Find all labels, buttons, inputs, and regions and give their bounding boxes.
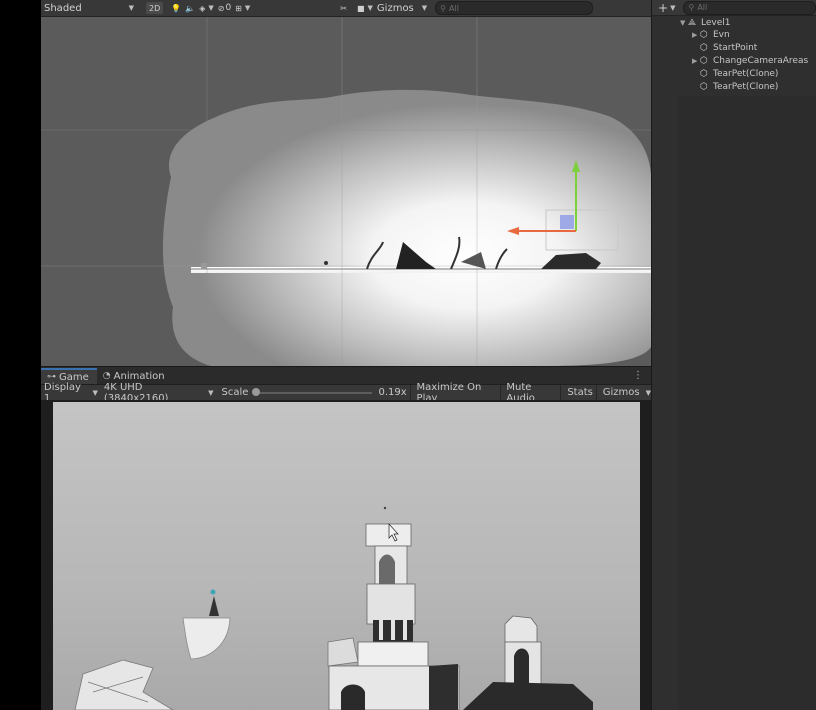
chevron-down-icon: ▼ <box>208 388 214 397</box>
plus-icon: + <box>658 0 669 15</box>
create-object-button[interactable]: + ▼ <box>658 1 675 15</box>
effects-toggle-button[interactable]: ◈ <box>199 2 205 14</box>
game-gizmos-label: Gizmos <box>602 387 640 398</box>
draw-mode-label: Shaded <box>44 2 82 14</box>
expand-arrow-icon[interactable]: ▼ <box>680 19 688 27</box>
search-icon: ⚲ <box>440 3 447 13</box>
hierarchy-item-level1[interactable]: ▼ ⟁ Level1 <box>680 17 730 29</box>
hierarchy-search-input[interactable]: ⚲ All <box>683 0 816 15</box>
gizmos-dropdown[interactable]: Gizmos ▼ <box>377 2 427 14</box>
hierarchy-search-placeholder: All <box>697 3 708 12</box>
hierarchy-item-label: TearPet(Clone) <box>713 82 779 92</box>
hierarchy-toolbar: + ▼ ⚲ All <box>652 0 816 16</box>
hierarchy-item-label: TearPet(Clone) <box>713 69 779 79</box>
game-canvas <box>53 402 640 710</box>
layers-icon: ◈ <box>199 3 206 13</box>
hierarchy-item-tearpet-clone-2[interactable]: ⬡ TearPet(Clone) <box>692 81 778 93</box>
scale-slider[interactable] <box>252 387 373 396</box>
gameobject-cube-icon: ⬡ <box>700 43 708 53</box>
gamepad-icon: ⊶ <box>47 372 56 382</box>
toolbar-separator <box>560 385 562 400</box>
scene-search-input[interactable]: ⚲ All <box>435 1 594 15</box>
hidden-count: 0 <box>225 3 232 13</box>
unity-scene-icon: ⟁ <box>688 18 697 28</box>
search-icon: ⚲ <box>688 3 695 12</box>
hierarchy-item-tearpet-clone-1[interactable]: ⬡ TearPet(Clone) <box>692 68 778 80</box>
gameobject-cube-icon: ⬡ <box>700 30 708 40</box>
game-view[interactable] <box>53 402 640 710</box>
bell-tower-top <box>365 523 412 547</box>
toggle-2d-button[interactable]: 2D <box>146 2 164 14</box>
fog-volume <box>163 89 651 366</box>
grid-snapping-button[interactable]: ⊞ <box>235 2 242 14</box>
mode-2d-label: 2D <box>149 3 161 13</box>
collapse-arrow-icon[interactable]: ▶ <box>692 57 700 65</box>
tools-icon: ✂ <box>340 3 347 13</box>
hierarchy-item-label: ChangeCameraAreas <box>713 56 809 66</box>
speaker-icon: 🔈 <box>185 3 196 13</box>
chevron-down-icon: ▼ <box>421 4 428 12</box>
lighting-toggle-button[interactable]: 💡 <box>171 2 181 14</box>
stats-toggle[interactable]: Stats <box>567 387 593 398</box>
draw-mode-dropdown[interactable]: Shaded ▼ <box>41 3 136 14</box>
game-toolbar: Display 1 ▼ 4K UHD (3840x2160) ▼ Scale 0… <box>41 382 651 404</box>
scale-control[interactable]: Scale 0.19x <box>222 387 407 398</box>
hierarchy-item-changecameraareas[interactable]: ▶ ⬡ ChangeCameraAreas <box>692 55 808 67</box>
hierarchy-empty-area <box>678 96 816 710</box>
game-gizmos-dropdown[interactable]: Gizmos ▼ <box>603 387 651 398</box>
hierarchy-item-startpoint[interactable]: ⬡ StartPoint <box>692 42 757 54</box>
hierarchy-item-label: Evn <box>713 30 730 40</box>
scale-value: 0.19x <box>378 387 407 398</box>
animation-clock-icon: ◔ <box>102 371 111 381</box>
camera-button[interactable]: ■ <box>357 2 365 14</box>
audio-toggle-button[interactable]: 🔈 <box>185 2 195 14</box>
hierarchy-item-evn[interactable]: ▶ ⬡ Evn <box>692 29 730 41</box>
tab-animation-label: Animation <box>113 370 165 382</box>
scale-label: Scale <box>221 387 249 398</box>
camera-icon: ■ <box>356 3 365 13</box>
tools-button[interactable]: ✂ <box>340 2 347 14</box>
more-options-icon[interactable]: ⋮ <box>633 370 643 381</box>
chevron-down-icon: ▼ <box>670 3 676 12</box>
chevron-down-icon: ▼ <box>645 388 652 397</box>
right-tower <box>504 615 538 643</box>
scene-canvas <box>41 17 651 366</box>
collapse-arrow-icon[interactable]: ▶ <box>692 31 700 39</box>
gameobject-cube-icon: ⬡ <box>700 56 708 66</box>
hierarchy-item-label: StartPoint <box>713 43 758 53</box>
gameobject-cube-icon: ⬡ <box>700 69 708 79</box>
chevron-down-icon[interactable]: ▼ <box>245 4 250 12</box>
scene-visibility-button[interactable]: ⊘ 0 <box>218 2 231 14</box>
chevron-down-icon: ▼ <box>92 388 98 397</box>
eye-slash-icon: ⊘ <box>217 3 225 13</box>
scene-toolbar: Shaded ▼ 2D 💡 🔈 ◈ ▼ ⊘ 0 ⊞ ▼ ✂ ■ ▼ Gizmos… <box>41 0 651 17</box>
scene-view[interactable] <box>41 17 651 366</box>
chevron-down-icon[interactable]: ▼ <box>368 4 373 12</box>
toolbar-separator <box>499 385 501 400</box>
hierarchy-item-label: Level1 <box>701 18 731 28</box>
chevron-down-icon: ▼ <box>128 4 134 12</box>
scale-slider-thumb[interactable] <box>252 387 261 396</box>
gameobject-cube-icon: ⬡ <box>700 82 708 92</box>
toolbar-separator <box>409 385 411 400</box>
chevron-down-icon[interactable]: ▼ <box>208 4 213 12</box>
scene-search-placeholder: All <box>449 3 459 13</box>
toolbar-separator <box>595 385 597 400</box>
gizmos-label: Gizmos <box>376 2 414 14</box>
left-dark-strip <box>0 0 41 710</box>
lightbulb-icon: 💡 <box>171 3 182 13</box>
grid-icon: ⊞ <box>235 3 242 13</box>
